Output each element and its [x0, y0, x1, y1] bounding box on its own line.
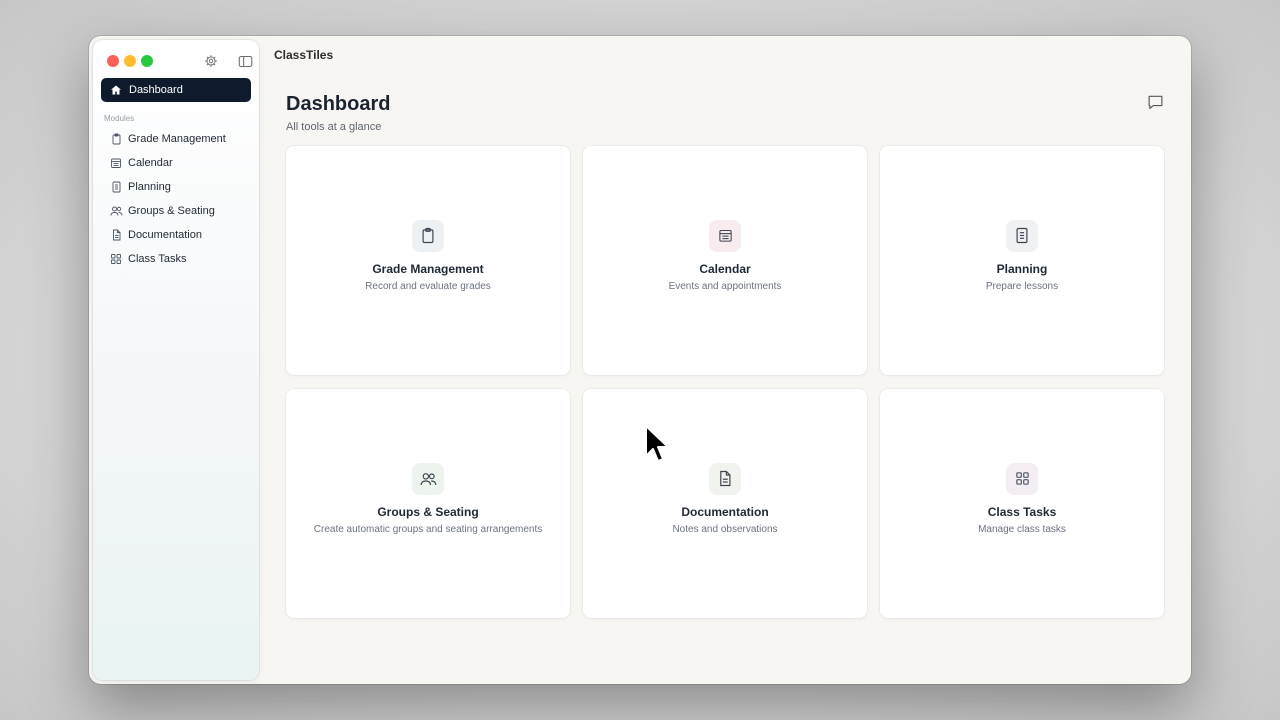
card-description: Manage class tasks — [978, 523, 1066, 535]
card-description: Events and appointments — [668, 280, 782, 292]
sidebar: Dashboard Modules Grade Management Calen… — [93, 40, 259, 680]
card-grade-management[interactable]: Grade Management Record and evaluate gra… — [286, 146, 570, 375]
grid-icon — [109, 252, 123, 266]
card-icon-box — [1006, 462, 1038, 495]
sidebar-item-label: Planning — [128, 181, 171, 193]
sidebar-item-planning[interactable]: Planning — [101, 175, 251, 199]
sidebar-toggle-icon — [238, 55, 252, 67]
page-subtitle: All tools at a glance — [286, 121, 382, 133]
clipboard-icon — [422, 227, 434, 244]
card-calendar[interactable]: Calendar Events and appointments — [583, 146, 867, 375]
card-icon-box — [412, 462, 444, 495]
card-title: Class Tasks — [987, 504, 1057, 519]
sidebar-item-groups-seating[interactable]: Groups & Seating — [101, 199, 251, 223]
sidebar-item-documentation[interactable]: Documentation — [101, 223, 251, 247]
gear-icon — [204, 54, 218, 68]
page-title: Dashboard — [286, 93, 391, 115]
card-documentation[interactable]: Documentation Notes and observations — [583, 389, 867, 618]
sidebar-item-calendar[interactable]: Calendar — [101, 151, 251, 175]
mouse-pointer-icon — [645, 425, 669, 462]
settings-button[interactable] — [201, 51, 221, 71]
card-icon-box — [412, 219, 444, 252]
feedback-button[interactable] — [1145, 92, 1165, 112]
card-title: Calendar — [699, 261, 751, 276]
sidebar-item-dashboard[interactable]: Dashboard — [101, 78, 251, 102]
sidebar-item-label: Grade Management — [128, 133, 226, 145]
close-window-button[interactable] — [107, 55, 119, 67]
card-icon-box — [709, 219, 741, 252]
chat-bubble-icon — [1148, 95, 1162, 109]
calendar-icon — [718, 229, 732, 242]
card-title: Groups & Seating — [377, 504, 479, 519]
grid-icon — [1015, 472, 1029, 485]
module-grid: Grade Management Record and evaluate gra… — [286, 146, 1165, 618]
card-title: Documentation — [681, 504, 769, 519]
modules-section-label: Modules — [104, 114, 135, 123]
app-window: Dashboard Modules Grade Management Calen… — [89, 36, 1191, 684]
window-controls — [107, 55, 153, 67]
sidebar-item-label: Dashboard — [129, 84, 183, 96]
sidebar-item-label: Documentation — [128, 229, 202, 241]
toggle-sidebar-button[interactable] — [235, 51, 255, 71]
card-groups-seating[interactable]: Groups & Seating Create automatic groups… — [286, 389, 570, 618]
app-title: ClassTiles — [274, 48, 334, 62]
sidebar-item-label: Groups & Seating — [128, 205, 215, 217]
card-planning[interactable]: Planning Prepare lessons — [880, 146, 1164, 375]
card-title: Grade Management — [372, 261, 484, 276]
calendar-icon — [109, 156, 123, 170]
notebook-icon — [109, 180, 123, 194]
zoom-window-button[interactable] — [141, 55, 153, 67]
document-icon — [109, 228, 123, 242]
card-title: Planning — [996, 261, 1048, 276]
sidebar-nav-list: Grade Management Calendar Planning Group… — [101, 127, 251, 271]
card-class-tasks[interactable]: Class Tasks Manage class tasks — [880, 389, 1164, 618]
card-description: Notes and observations — [672, 523, 778, 535]
minimize-window-button[interactable] — [124, 55, 136, 67]
document-icon — [720, 470, 731, 487]
card-description: Record and evaluate grades — [365, 280, 491, 292]
people-icon — [420, 472, 436, 485]
sidebar-item-label: Calendar — [128, 157, 173, 169]
home-icon — [109, 83, 123, 97]
card-description: Create automatic groups and seating arra… — [313, 523, 543, 535]
clipboard-icon — [109, 132, 123, 146]
card-icon-box — [709, 462, 741, 495]
sidebar-item-class-tasks[interactable]: Class Tasks — [101, 247, 251, 271]
card-icon-box — [1006, 219, 1038, 252]
sidebar-item-grade-management[interactable]: Grade Management — [101, 127, 251, 151]
people-icon — [109, 204, 123, 218]
notebook-icon — [1016, 227, 1028, 244]
sidebar-item-label: Class Tasks — [128, 253, 187, 265]
card-description: Prepare lessons — [985, 280, 1059, 292]
